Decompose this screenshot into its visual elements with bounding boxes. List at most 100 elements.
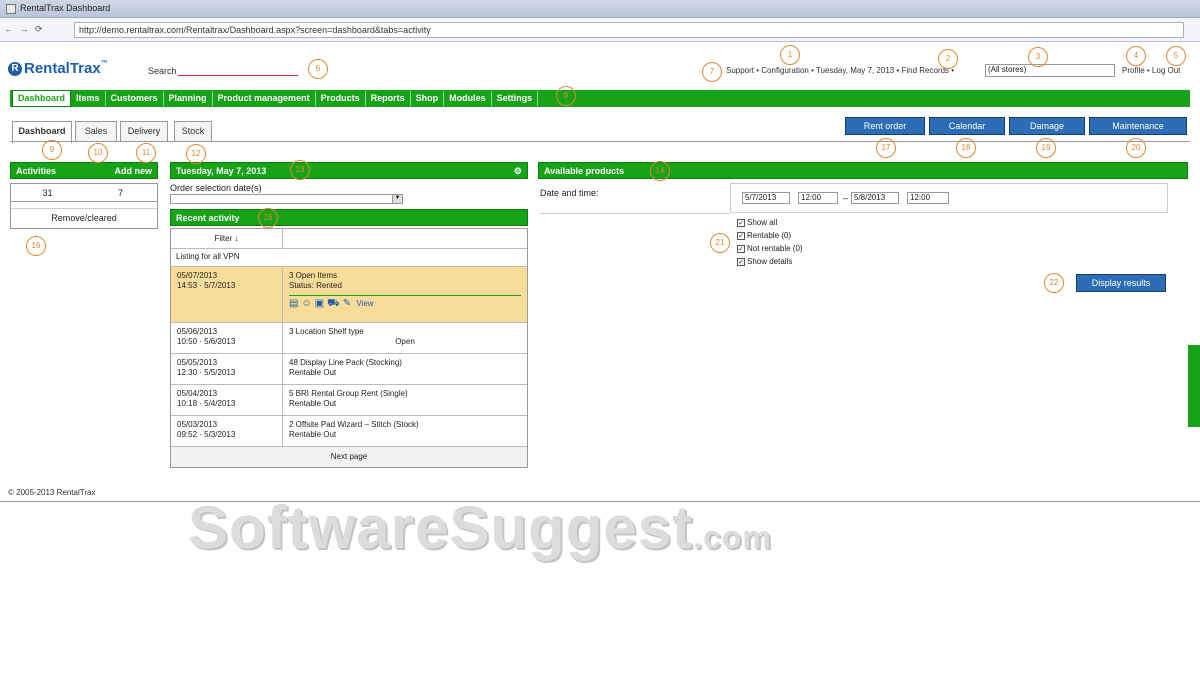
rent-order-button[interactable]: Rent order [845,117,925,135]
option-not-rentable[interactable]: ✓ Not rentable (0) [737,244,803,253]
callout-marker: 5 [1166,46,1186,66]
activities-counts: 31 7 [11,184,157,202]
activity-count-1[interactable]: 31 [11,184,84,201]
refresh-icon[interactable]: ⚙ [514,166,522,177]
activities-box: 31 7 Remove/cleared [10,183,158,229]
callout-marker: 18 [956,138,976,158]
callout-marker: 3 [1028,47,1048,67]
row-date: 05/05/2013 [177,358,218,367]
activity-count-2[interactable]: 7 [84,184,157,201]
next-page-button[interactable]: Next page [171,447,527,467]
table-row[interactable]: 05/03/2013 09:52 · 5/3/2013 2 Offsite Pad… [171,416,527,447]
divider [540,213,730,214]
nav-settings[interactable]: Settings [492,91,539,106]
row-time: 09:52 · 5/3/2013 [177,430,236,439]
row-date: 05/04/2013 [177,389,218,398]
date-panel-header: Tuesday, May 7, 2013 ⚙ [170,162,528,179]
row-date: 05/06/2013 [177,327,218,336]
checkbox-icon: ✓ [737,231,745,240]
view-link[interactable]: View [356,299,373,309]
edit-icon[interactable]: ✎ [343,299,351,309]
row-desc: 5 BRI Rental Group Rent (Single) [289,389,408,398]
url-field[interactable]: http://demo.rentaltrax.com/Rentaltrax/Da… [74,22,1184,38]
tab-stock[interactable]: Stock [174,121,212,141]
feedback-tab[interactable] [1188,345,1200,427]
nav-shop[interactable]: Shop [411,91,445,106]
nav-dashboard[interactable]: Dashboard [12,90,72,107]
from-time-input[interactable]: 12:00 [798,192,838,204]
callout-marker: 7 [702,62,722,82]
nav-items[interactable]: Items [71,91,106,106]
tab-dashboard[interactable]: Dashboard [12,121,72,143]
row-desc: 3 Location Shelf type [289,327,364,336]
to-date-input[interactable]: 5/8/2013 [851,192,899,204]
row-time: 10:50 · 5/6/2013 [177,337,236,346]
box-icon[interactable]: ▣ [315,299,324,309]
chevron-down-icon: ▼ [392,195,402,203]
checkbox-icon: ✓ [737,218,745,227]
remove-cleared-button[interactable]: Remove/cleared [11,208,157,226]
from-date-input[interactable]: 5/7/2013 [742,192,790,204]
date-separator: – [843,193,849,203]
row-date: 05/03/2013 [177,420,218,429]
recent-activity-header: Recent activity [170,209,528,226]
table-row[interactable]: 05/06/2013 10:50 · 5/6/2013 3 Location Sh… [171,323,527,354]
main-nav: Dashboard Items Customers Planning Produ… [10,90,1190,107]
callout-marker: 12 [186,144,206,164]
damage-button[interactable]: Damage [1009,117,1085,135]
row-sub: Rentable Out [289,368,337,377]
order-selection-dropdown[interactable]: ▼ [170,194,403,204]
table-row[interactable]: 05/07/2013 14:53 · 5/7/2013 3 Open Items … [171,267,527,323]
nav-customers[interactable]: Customers [106,91,164,106]
logo-icon: R [8,62,22,77]
callout-marker: 10 [88,143,108,163]
callout-marker: 13 [290,160,310,180]
option-rentable[interactable]: ✓ Rentable (0) [737,231,791,240]
profile-links[interactable]: Profile • Log Out [1122,66,1180,75]
callout-marker: 17 [876,138,896,158]
watermark: SoftwareSuggest.com [188,494,772,561]
callout-marker: 4 [1126,46,1146,66]
nav-product-management[interactable]: Product management [213,91,316,106]
tab-delivery[interactable]: Delivery [120,121,168,141]
browser-title: RentalTrax Dashboard [20,3,111,13]
top-links[interactable]: Support • Configuration • Tuesday, May 7… [726,66,954,75]
row-date: 05/07/2013 [177,271,218,280]
row-sub: Rentable Out [289,430,337,439]
doc-icon[interactable]: ▤ [289,299,298,309]
listing-label: Listing for all VPN [171,249,527,267]
favicon-icon [6,4,16,14]
browser-nav-buttons[interactable]: ← → ⟳ [4,24,45,35]
callout-marker: 15 [258,208,278,228]
search-input[interactable] [178,64,298,76]
address-bar: ← → ⟳ http://demo.rentaltrax.com/Rentalt… [0,18,1200,42]
nav-modules[interactable]: Modules [444,91,492,106]
add-activity-button[interactable]: Add new [115,166,153,176]
row-desc: 2 Offsite Pad Wizard – Stitch (Stock) [289,420,419,429]
option-show-all[interactable]: ✓ Show all [737,218,777,227]
logo: R RentalTrax™ [8,60,108,77]
option-show-details[interactable]: ✓ Show details [737,257,792,266]
row-time: 14:53 · 5/7/2013 [177,281,236,290]
browser-title-bar: RentalTrax Dashboard [0,0,1200,18]
recent-activity-table: Filter ↓ Listing for all VPN 05/07/2013 1… [170,228,528,468]
to-time-input[interactable]: 12:00 [907,192,949,204]
location-select[interactable]: (All stores) [985,64,1115,77]
truck-icon[interactable]: ⛟ [327,299,340,309]
filter-button[interactable]: Filter ↓ [171,229,283,248]
person-icon[interactable]: ☺ [301,299,311,309]
table-row[interactable]: 05/05/2013 12:30 · 5/5/2013 48 Display Li… [171,354,527,385]
search-label: Search [148,66,177,76]
display-results-button[interactable]: Display results [1076,274,1166,292]
available-products-header: Available products [538,162,1188,179]
table-row[interactable]: 05/04/2013 10:18 · 5/4/2013 5 BRI Rental … [171,385,527,416]
row-time: 12:30 · 5/5/2013 [177,368,236,377]
row-sub[interactable]: Open [289,337,521,347]
nav-reports[interactable]: Reports [366,91,411,106]
maintenance-button[interactable]: Maintenance [1089,117,1187,135]
nav-planning[interactable]: Planning [164,91,213,106]
calendar-button[interactable]: Calendar [929,117,1005,135]
tab-sales[interactable]: Sales [75,121,117,141]
nav-products[interactable]: Products [316,91,366,106]
filter-row: Filter ↓ [171,229,527,249]
